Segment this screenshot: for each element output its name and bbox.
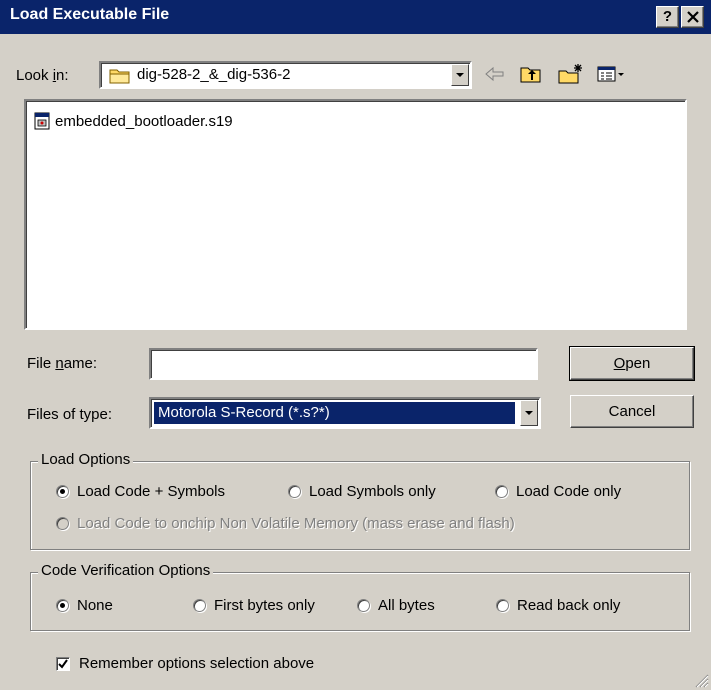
lookin-combo[interactable]: dig-528-2_&_dig-536-2	[99, 61, 472, 89]
close-button[interactable]	[681, 6, 704, 28]
radio-dot	[357, 599, 370, 612]
radio-label: Load Code to onchip Non Volatile Memory …	[77, 515, 515, 532]
folder-icon	[109, 69, 130, 84]
help-button[interactable]: ?	[656, 6, 679, 28]
radio-dot	[56, 599, 69, 612]
radio-verify-none[interactable]: None	[56, 597, 113, 614]
close-icon	[686, 11, 699, 23]
remember-checkbox[interactable]	[56, 656, 70, 671]
filetype-dropdown-arrow[interactable]	[520, 400, 538, 426]
new-folder-icon[interactable]	[556, 62, 586, 86]
radio-label: Read back only	[517, 597, 621, 614]
file-list[interactable]: embedded_bootloader.s19	[24, 99, 687, 330]
radio-dot	[56, 517, 69, 530]
radio-label: Load Symbols only	[309, 483, 436, 500]
s-record-file-icon	[34, 112, 50, 130]
back-arrow-icon[interactable]	[482, 62, 508, 86]
radio-label: Load Code only	[516, 483, 622, 500]
lookin-label: Look in:	[16, 67, 69, 84]
filename-label: File name:	[27, 355, 98, 372]
radio-dot	[496, 599, 509, 612]
view-menu-icon[interactable]	[596, 62, 626, 86]
lookin-folder-name: dig-528-2_&_dig-536-2	[137, 66, 291, 83]
filetype-combo[interactable]: Motorola S-Record (*.s?*)	[149, 397, 541, 429]
filename-input[interactable]	[149, 348, 538, 380]
filetype-selected: Motorola S-Record (*.s?*)	[154, 402, 515, 424]
filetype-label: Files of type:	[27, 406, 113, 423]
cancel-button[interactable]: Cancel	[570, 395, 694, 428]
check-mark-icon	[58, 658, 68, 669]
remember-label: Remember options selection above	[79, 655, 315, 672]
open-button[interactable]: Open	[569, 346, 695, 381]
window-title: Load Executable File	[10, 6, 170, 23]
radio-load-code-only[interactable]: Load Code only	[495, 483, 621, 500]
resize-grip-icon[interactable]	[693, 672, 709, 688]
radio-dot	[193, 599, 206, 612]
radio-verify-read-back[interactable]: Read back only	[496, 597, 620, 614]
radio-dot	[288, 485, 301, 498]
lookin-dropdown-arrow[interactable]	[451, 64, 469, 86]
file-name: embedded_bootloader.s19	[55, 112, 233, 130]
verification-title: Code Verification Options	[38, 562, 214, 579]
load-options-title: Load Options	[38, 451, 134, 468]
radio-verify-first-bytes[interactable]: First bytes only	[193, 597, 315, 614]
radio-label: First bytes only	[214, 597, 315, 614]
radio-label: None	[77, 597, 113, 614]
list-item[interactable]: embedded_bootloader.s19	[34, 112, 233, 130]
load-options-group	[30, 461, 690, 550]
remember-checkbox-row[interactable]: Remember options selection above	[56, 655, 314, 672]
radio-verify-all-bytes[interactable]: All bytes	[357, 597, 435, 614]
radio-load-code-nvm: Load Code to onchip Non Volatile Memory …	[56, 515, 515, 532]
radio-load-symbols-only[interactable]: Load Symbols only	[288, 483, 436, 500]
radio-load-code-symbols[interactable]: Load Code + Symbols	[56, 483, 225, 500]
radio-dot	[56, 485, 69, 498]
radio-dot	[495, 485, 508, 498]
title-bar[interactable]: Load Executable File ?	[0, 0, 711, 34]
radio-label: Load Code + Symbols	[77, 483, 226, 500]
radio-label: All bytes	[378, 597, 435, 614]
up-folder-icon[interactable]	[518, 62, 544, 86]
